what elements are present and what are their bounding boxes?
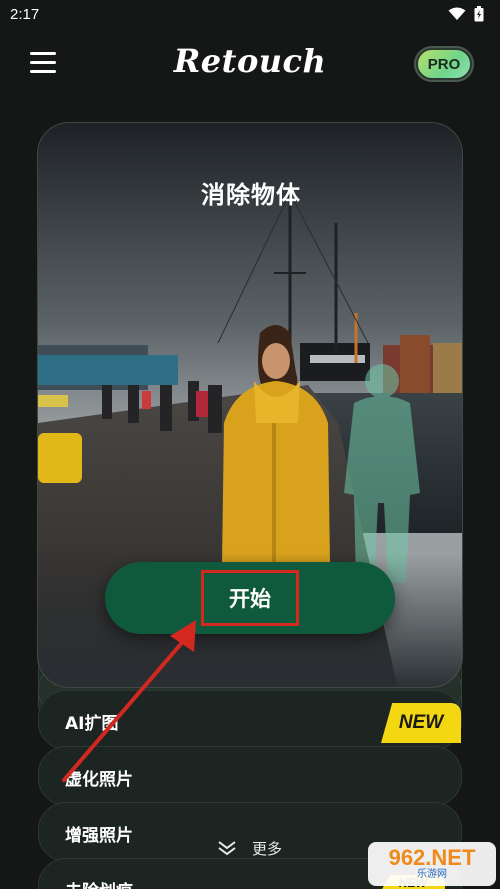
start-button-label: 开始 bbox=[201, 570, 299, 626]
app-header: Retouch PRO bbox=[0, 36, 500, 92]
feature-label: 增强照片 bbox=[65, 826, 133, 846]
watermark-logo: 962.NET 乐游网 bbox=[368, 842, 496, 886]
watermark-top: 962.NET bbox=[388, 845, 476, 870]
more-label: 更多 bbox=[252, 839, 283, 858]
feature-label: AI扩图 bbox=[65, 714, 119, 734]
status-bar: 2:17 bbox=[0, 0, 500, 28]
feature-label: 去除划痕 bbox=[65, 877, 133, 889]
card-title: 消除物体 bbox=[201, 181, 301, 209]
feature-row-ai-expand[interactable]: AI扩图 NEW bbox=[38, 690, 462, 750]
watermark-bottom: 乐游网 bbox=[417, 869, 447, 880]
double-chevron-down-icon bbox=[218, 841, 236, 856]
wifi-icon bbox=[448, 7, 466, 20]
feature-row-blur-photo[interactable]: 虚化照片 bbox=[38, 746, 462, 806]
status-time: 2:17 bbox=[10, 5, 40, 23]
new-badge: NEW bbox=[381, 703, 461, 743]
battery-icon bbox=[474, 6, 484, 22]
start-button[interactable]: 开始 bbox=[105, 562, 395, 634]
feature-label: 虚化照片 bbox=[65, 770, 133, 790]
more-button[interactable]: 更多 bbox=[216, 836, 282, 860]
status-icons bbox=[448, 6, 484, 22]
pro-badge[interactable]: PRO bbox=[416, 48, 472, 80]
